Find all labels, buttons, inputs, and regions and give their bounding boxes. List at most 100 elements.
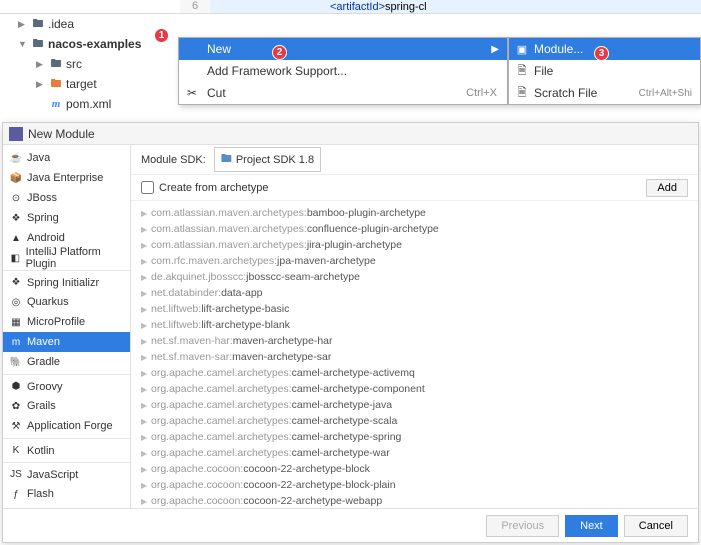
expand-arrow-icon: ▶ [141,241,151,250]
category-item[interactable]: ◧IntelliJ Platform Plugin [3,248,130,268]
category-item[interactable]: ƒFlash [3,484,130,504]
category-item[interactable]: ❖Spring [3,208,130,228]
category-item[interactable]: 📦 Java Enterprise [3,168,130,188]
category-label: Flash [27,488,54,500]
category-label: Spring [27,212,59,224]
tree-item[interactable]: mpom.xml [0,94,180,114]
cancel-button[interactable]: Cancel [624,515,688,537]
tree-label: target [66,77,97,91]
dialog-title: New Module [28,127,95,141]
expand-arrow-icon[interactable]: ▶ [18,19,28,30]
archetype-item[interactable]: ▶net.databinder:data-app [131,285,698,301]
category-item[interactable]: ▲Android [3,228,130,248]
archetype-item[interactable]: ▶org.apache.cocoon:cocoon-22-archetype-b… [131,477,698,493]
category-item[interactable]: ❖Spring Initializr [3,270,130,292]
expand-arrow-icon[interactable]: ▶ [36,79,46,90]
archetype-item[interactable]: ▶net.sf.maven-sar:maven-archetype-sar [131,349,698,365]
expand-arrow-icon: ▶ [141,321,151,330]
expand-arrow-icon: ▶ [141,481,151,490]
sub-scratch[interactable]: 🗎 Scratch File Ctrl+Alt+Shi [509,82,700,104]
expand-arrow-icon: ▶ [141,433,151,442]
archetype-item[interactable]: ▶org.apache.cocoon:cocoon-22-archetype-w… [131,493,698,508]
archetype-item[interactable]: ▶org.apache.camel.archetypes:camel-arche… [131,445,698,461]
expand-arrow-icon: ▶ [141,257,151,266]
archetype-item[interactable]: ▶org.apache.camel.archetypes:camel-arche… [131,413,698,429]
archetype-item[interactable]: ▶net.sf.maven-har:maven-archetype-har [131,333,698,349]
ctx-new[interactable]: New▶ [179,38,507,60]
tree-item[interactable]: ▼🖿nacos-examples [0,34,180,54]
badge-1: 1 [154,28,169,43]
category-icon: ⬢ [9,381,23,392]
archetype-item[interactable]: ▶com.atlassian.maven.archetypes:bamboo-p… [131,205,698,221]
archetype-item[interactable]: ▶net.liftweb:lift-archetype-blank [131,317,698,333]
archetype-item[interactable]: ▶net.liftweb:lift-archetype-basic [131,301,698,317]
create-archetype-checkbox[interactable] [141,181,154,194]
project-tree: ▶🖿.idea▼🖿nacos-examples▶🖿src▶🖿targetmpom… [0,14,180,114]
editor-strip: 6 <artifactId>spring-cl [0,0,701,14]
file-icon: 🗎 [515,62,529,81]
category-icon: ❖ [9,277,23,288]
new-module-dialog: New Module ☕Java📦Java Enterprise⊙JBoss❖S… [2,122,699,543]
expand-arrow-icon: ▶ [141,497,151,506]
category-label: Quarkus [27,296,69,308]
category-item[interactable]: ◎ Quarkus [3,292,130,312]
category-icon: m [9,337,23,348]
context-menu: New▶ Add Framework Support... ✂ CutCtrl+… [178,37,508,105]
tree-item[interactable]: ▶🖿.idea [0,14,180,34]
archetype-item[interactable]: ▶de.akquinet.jbosscc:jbosscc-seam-archet… [131,269,698,285]
category-label: Java Enterprise [27,172,103,184]
category-item[interactable]: 🐘Gradle [3,352,130,372]
create-archetype-label: Create from archetype [159,182,268,194]
main-panel: Module SDK: 🖿 Project SDK 1.8 Create fro… [131,145,698,508]
sub-file[interactable]: 🗎 File [509,60,700,82]
category-icon: 📦 [9,173,23,184]
previous-button[interactable]: Previous [486,515,559,537]
expand-arrow-icon: ▶ [141,385,151,394]
archetype-item[interactable]: ▶org.apache.camel.archetypes:camel-arche… [131,429,698,445]
badge-2: 2 [272,45,287,60]
archetype-item[interactable]: ▶com.rfc.maven.archetypes:jpa-maven-arch… [131,253,698,269]
category-item[interactable]: ▦MicroProfile [3,312,130,332]
archetype-list[interactable]: ▶com.atlassian.maven.archetypes:bamboo-p… [131,201,698,508]
tree-item[interactable]: ▶🖿target [0,74,180,94]
sdk-selector[interactable]: 🖿 Project SDK 1.8 [214,147,321,172]
category-item[interactable]: JSJavaScript [3,462,130,484]
category-item[interactable]: ⚒Application Forge [3,416,130,436]
category-icon: ◧ [9,253,22,264]
category-item[interactable]: ✿Grails [3,396,130,416]
category-icon: K [9,445,23,456]
category-icon: ◎ [9,297,23,308]
ctx-add-framework[interactable]: Add Framework Support... [179,60,507,82]
category-item[interactable]: ⊙JBoss [3,188,130,208]
category-item[interactable]: ⬢Groovy [3,374,130,396]
dialog-title-bar[interactable]: New Module [3,123,698,145]
tree-item[interactable]: ▶🖿src [0,54,180,74]
archetype-item[interactable]: ▶org.apache.camel.archetypes:camel-arche… [131,381,698,397]
category-icon: ☕ [9,153,23,164]
expand-arrow-icon[interactable]: ▶ [36,59,46,70]
archetype-row: Create from archetype Add [131,175,698,201]
expand-arrow-icon: ▶ [141,289,151,298]
dialog-icon [9,127,23,141]
archetype-item[interactable]: ▶org.apache.camel.archetypes:camel-arche… [131,365,698,381]
next-button[interactable]: Next [565,515,618,537]
category-label: Gradle [27,356,60,368]
category-label: Application Forge [27,420,113,432]
archetype-item[interactable]: ▶com.atlassian.maven.archetypes:jira-plu… [131,237,698,253]
archetype-item[interactable]: ▶org.apache.cocoon:cocoon-22-archetype-b… [131,461,698,477]
expand-arrow-icon: ▶ [141,401,151,410]
folder-icon: 🖿 [49,57,63,71]
ctx-cut[interactable]: ✂ CutCtrl+X [179,82,507,104]
archetype-item[interactable]: ▶com.atlassian.maven.archetypes:confluen… [131,221,698,237]
category-label: Kotlin [27,445,55,457]
tree-label: src [66,57,82,71]
add-archetype-button[interactable]: Add [646,179,688,197]
scratch-icon: 🗎 [515,84,529,103]
archetype-item[interactable]: ▶org.apache.camel.archetypes:camel-arche… [131,397,698,413]
scissors-icon: ✂ [185,86,199,100]
category-item[interactable]: K Kotlin [3,438,130,460]
category-icon: ▲ [9,233,23,244]
category-item[interactable]: mMaven [3,332,130,352]
expand-arrow-icon[interactable]: ▼ [18,39,28,49]
category-item[interactable]: ☕Java [3,148,130,168]
